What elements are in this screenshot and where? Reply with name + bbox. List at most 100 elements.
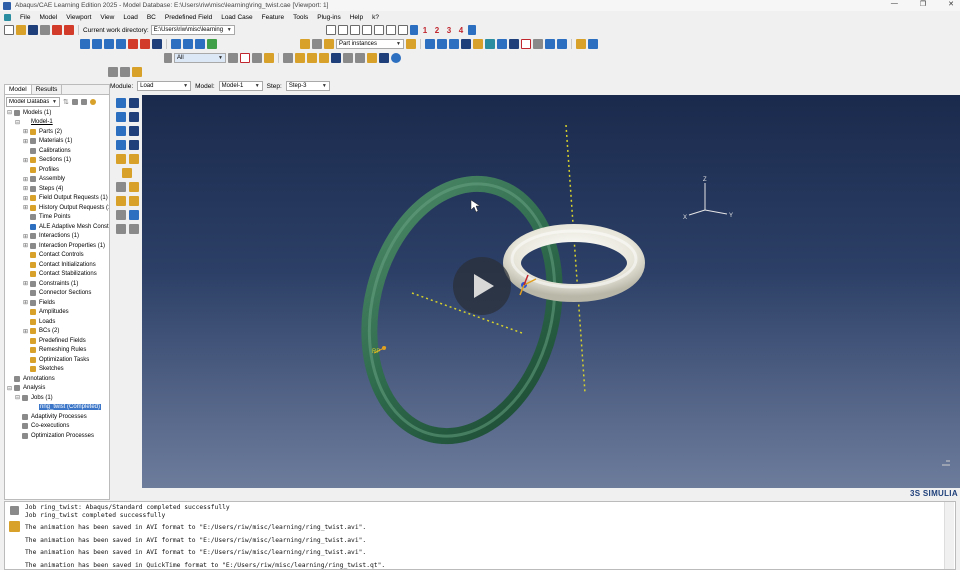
tab-model[interactable]: Model bbox=[5, 85, 32, 94]
show-icon[interactable] bbox=[319, 53, 329, 63]
create-load-icon[interactable] bbox=[115, 98, 126, 108]
view-iso-icon[interactable] bbox=[398, 25, 408, 35]
select-group-icon[interactable] bbox=[264, 53, 274, 63]
plugin-icon[interactable] bbox=[52, 25, 62, 35]
tile-viewports-icon[interactable] bbox=[576, 39, 586, 49]
pan-icon[interactable] bbox=[80, 39, 90, 49]
tree-item[interactable]: Amplitudes bbox=[5, 308, 109, 318]
display-group-icon[interactable] bbox=[312, 39, 322, 49]
tree-item[interactable]: ⊞ Sections (1) bbox=[5, 156, 109, 166]
instances-combo[interactable]: Part instances ▼ bbox=[336, 39, 404, 49]
tree-item[interactable]: ⊞ Interactions (1) bbox=[5, 232, 109, 242]
filter-icon[interactable] bbox=[89, 98, 96, 105]
tree-item[interactable]: Co-executions bbox=[5, 422, 109, 432]
menu-load-case[interactable]: Load Case bbox=[221, 14, 252, 21]
arrow-annotation-icon[interactable] bbox=[533, 39, 543, 49]
scene-icon[interactable] bbox=[473, 39, 483, 49]
expand-node-icon[interactable]: ⊞ bbox=[23, 204, 29, 211]
tree-item[interactable]: ALE Adaptive Mesh Constraints bbox=[5, 222, 109, 232]
collapse-node-icon[interactable]: ⊟ bbox=[15, 394, 21, 401]
expand-icon[interactable] bbox=[71, 98, 78, 105]
redo-icon[interactable] bbox=[355, 53, 365, 63]
load-manager-icon[interactable] bbox=[128, 98, 139, 108]
translucency-icon[interactable] bbox=[437, 39, 447, 49]
datum-icon[interactable] bbox=[485, 39, 495, 49]
view-front-icon[interactable] bbox=[326, 25, 336, 35]
render-shaded-icon[interactable] bbox=[207, 39, 217, 49]
selection-filter-combo[interactable]: All ▼ bbox=[174, 53, 226, 63]
tree-item[interactable]: ⊟ Jobs (1) bbox=[5, 393, 109, 403]
expand-node-icon[interactable]: ⊞ bbox=[23, 138, 29, 145]
create-surface-icon[interactable] bbox=[128, 196, 139, 206]
expand-node-icon[interactable]: ⊞ bbox=[23, 185, 29, 192]
tab-results[interactable]: Results bbox=[32, 85, 63, 94]
cascade-viewports-icon[interactable] bbox=[588, 39, 598, 49]
message-tab-icon[interactable] bbox=[9, 506, 19, 515]
tree-item[interactable]: Optimization Processes bbox=[5, 431, 109, 441]
tree-item[interactable]: ⊞ Constraints (1) bbox=[5, 279, 109, 289]
print-icon[interactable] bbox=[40, 25, 50, 35]
small-torus[interactable] bbox=[503, 224, 645, 302]
datum-tool-icon[interactable] bbox=[128, 182, 139, 192]
highlight-icon[interactable] bbox=[295, 53, 305, 63]
menu-view[interactable]: View bbox=[100, 14, 114, 21]
viewport-annotation-icon[interactable] bbox=[545, 39, 555, 49]
create-predefined-field-icon[interactable] bbox=[115, 126, 126, 136]
part-display-icon[interactable] bbox=[300, 39, 310, 49]
load-case-manager-icon[interactable] bbox=[128, 140, 139, 150]
perspective-icon[interactable] bbox=[449, 39, 459, 49]
python-shell-icon[interactable] bbox=[8, 521, 20, 532]
restore-button[interactable]: ❐ bbox=[920, 0, 926, 8]
open-icon[interactable] bbox=[108, 67, 118, 77]
create-load-case-icon[interactable] bbox=[115, 140, 126, 150]
tree-item[interactable]: ⊟ Models (1) bbox=[5, 108, 109, 118]
query-icon[interactable] bbox=[497, 39, 507, 49]
field-manager-icon[interactable] bbox=[128, 154, 139, 164]
text-annotation-icon[interactable] bbox=[521, 39, 531, 49]
expand-node-icon[interactable]: ⊞ bbox=[23, 176, 29, 183]
rotate-icon[interactable] bbox=[92, 39, 102, 49]
tree-item[interactable]: ⊞ Parts (2) bbox=[5, 127, 109, 137]
tree-item[interactable]: Contact Stabilizations bbox=[5, 270, 109, 280]
sort-icon[interactable]: ⇅ bbox=[63, 98, 69, 106]
new-file-icon[interactable] bbox=[4, 25, 14, 35]
axis-icon[interactable] bbox=[468, 25, 476, 35]
tree-item[interactable]: ⊞ Fields bbox=[5, 298, 109, 308]
tree-item[interactable]: Connector Sections bbox=[5, 289, 109, 299]
tree-item[interactable]: Annotations bbox=[5, 374, 109, 384]
tree-item[interactable]: ⊞ Interaction Properties (1) bbox=[5, 241, 109, 251]
menu-feature[interactable]: Feature bbox=[262, 14, 284, 21]
expand-node-icon[interactable]: ⊞ bbox=[23, 195, 29, 202]
select-from-edges-icon[interactable] bbox=[228, 53, 238, 63]
open-file-icon[interactable] bbox=[16, 25, 26, 35]
menu-help[interactable]: Help bbox=[350, 14, 363, 21]
step-combo[interactable]: Step-3 ▼ bbox=[285, 81, 330, 91]
tree-item[interactable]: ⊞ Field Output Requests (1) bbox=[5, 194, 109, 204]
view-2-button[interactable]: 2 bbox=[432, 26, 442, 35]
copy-icon[interactable] bbox=[120, 67, 130, 77]
play-video-icon[interactable] bbox=[453, 257, 511, 315]
view-left-icon[interactable] bbox=[350, 25, 360, 35]
info-icon[interactable] bbox=[391, 53, 401, 63]
partition-icon[interactable] bbox=[115, 182, 126, 192]
menu-file[interactable]: File bbox=[20, 14, 30, 21]
tree-item[interactable]: ⊞ History Output Requests (1) bbox=[5, 203, 109, 213]
measure-icon[interactable] bbox=[509, 39, 519, 49]
tree-item[interactable]: Time Points bbox=[5, 213, 109, 223]
module-combo[interactable]: Load ▼ bbox=[137, 81, 192, 91]
legend-icon[interactable] bbox=[557, 39, 567, 49]
select-polygon-icon[interactable] bbox=[252, 53, 262, 63]
color-scheme-icon[interactable] bbox=[406, 39, 416, 49]
tree-item[interactable]: Adaptivity Processes bbox=[5, 412, 109, 422]
tree-item[interactable]: Calibrations bbox=[5, 146, 109, 156]
render-hidden-icon[interactable] bbox=[183, 39, 193, 49]
create-bc-icon[interactable] bbox=[115, 112, 126, 122]
zoom-icon[interactable] bbox=[116, 39, 126, 49]
save-icon[interactable] bbox=[28, 25, 38, 35]
undo-icon[interactable] bbox=[343, 53, 353, 63]
expand-node-icon[interactable]: ⊞ bbox=[23, 242, 29, 249]
tree-item[interactable]: ring_twist (Completed) bbox=[5, 403, 109, 413]
triad-icon[interactable] bbox=[410, 25, 418, 35]
large-torus[interactable] bbox=[344, 164, 581, 456]
expand-node-icon[interactable]: ⊞ bbox=[23, 280, 29, 287]
